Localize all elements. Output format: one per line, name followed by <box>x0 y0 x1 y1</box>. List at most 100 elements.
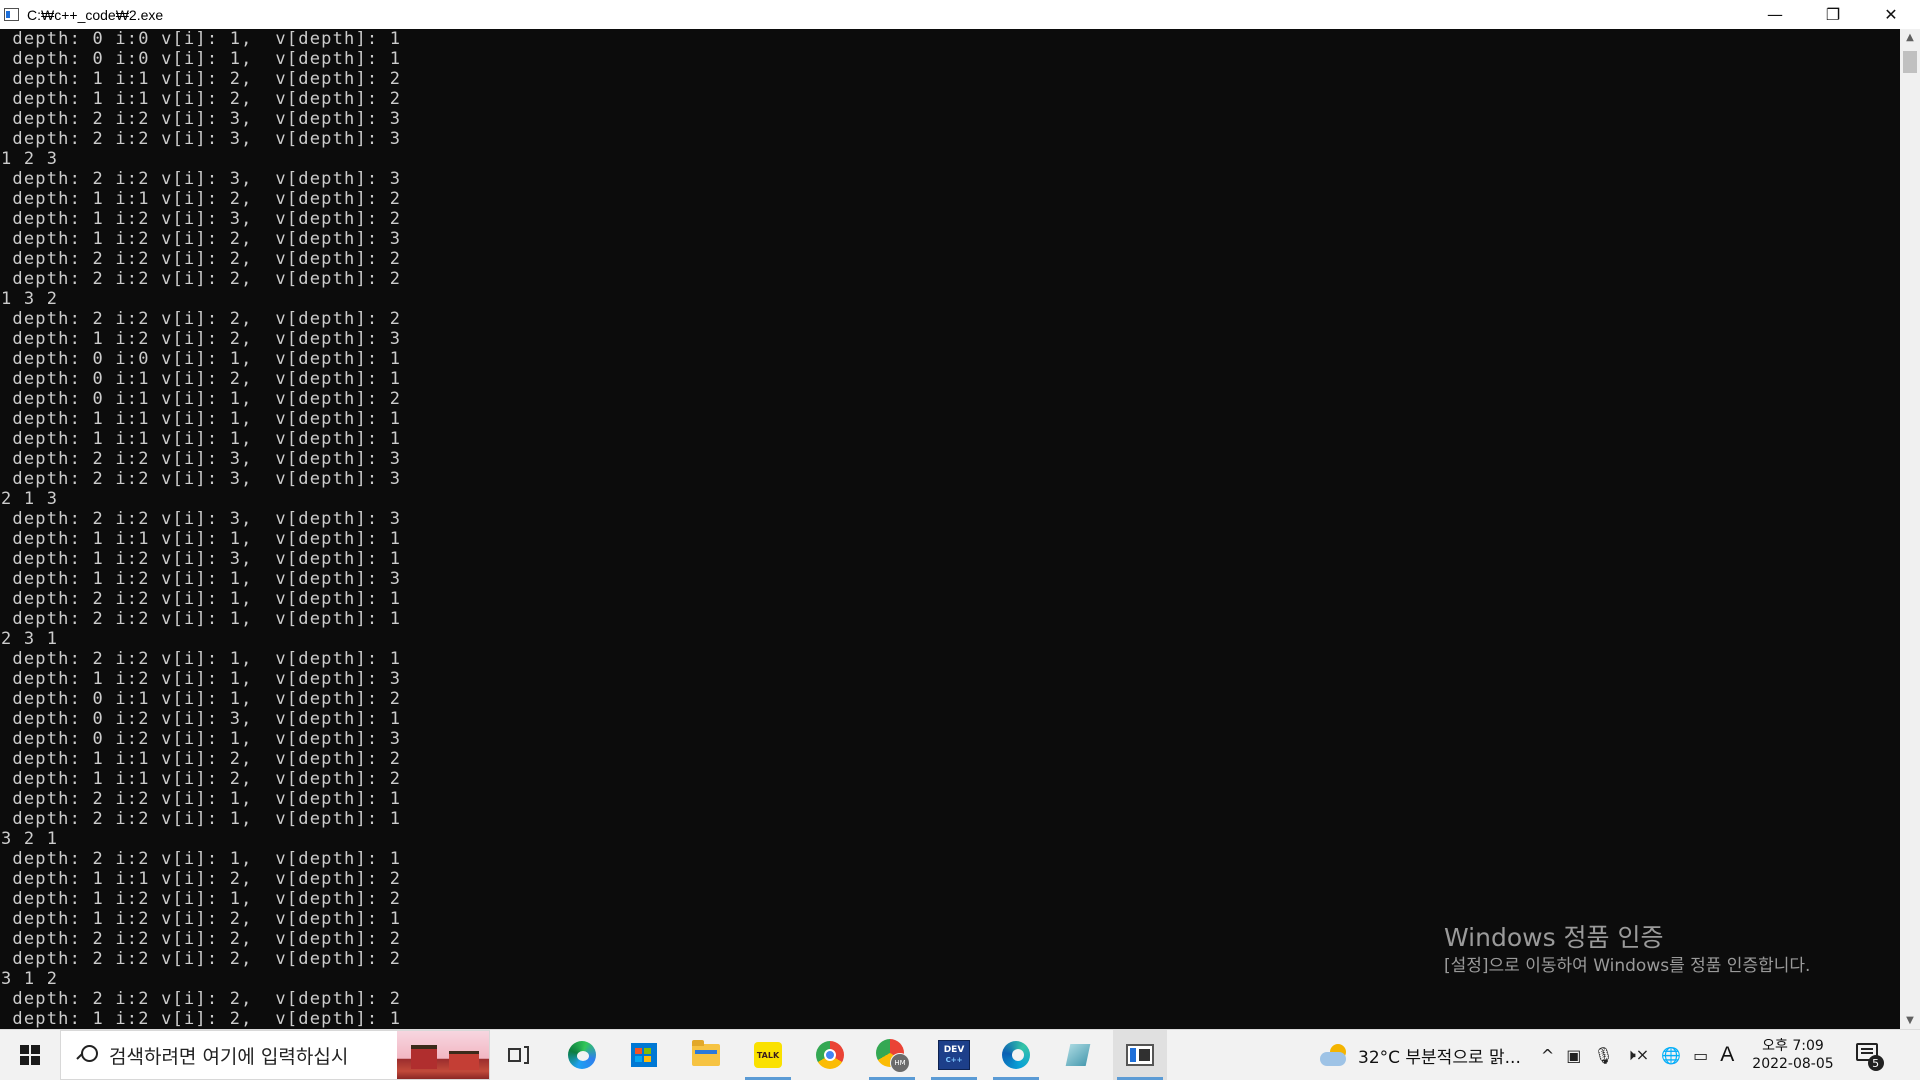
chrome-profile-badge: HM <box>890 1053 910 1073</box>
console-line: depth: 1 i:2 v[i]: 3, v[depth]: 1 <box>1 549 402 569</box>
edge-icon <box>568 1041 596 1069</box>
microsoft-store-icon <box>631 1043 657 1067</box>
search-highlight-illustration-icon[interactable] <box>397 1031 489 1079</box>
speaker-muted-icon[interactable]: 🕨× <box>1626 1045 1650 1065</box>
taskbar-clock[interactable]: 오후 7:09 2022-08-05 <box>1752 1037 1833 1073</box>
taskbar-file-explorer[interactable] <box>679 1030 733 1080</box>
restore-button[interactable]: ❐ <box>1804 0 1862 29</box>
console-line: depth: 1 i:1 v[i]: 1, v[depth]: 1 <box>1 529 402 549</box>
console-line: depth: 1 i:2 v[i]: 1, v[depth]: 2 <box>1 889 402 909</box>
console-line: depth: 2 i:2 v[i]: 3, v[depth]: 3 <box>1 449 402 469</box>
console-line: depth: 1 i:2 v[i]: 1, v[depth]: 3 <box>1 569 402 589</box>
window-titlebar[interactable]: C:₩c++_code₩2.exe — ❐ ✕ <box>0 0 1920 30</box>
taskbar-devcpp[interactable]: DEV C++ <box>927 1030 981 1080</box>
console-line: depth: 2 i:2 v[i]: 3, v[depth]: 3 <box>1 109 402 129</box>
console-line: depth: 1 i:1 v[i]: 2, v[depth]: 2 <box>1 89 402 109</box>
taskbar: 검색하려면 여기에 입력하십시 TALK HM DEV C++ 32°C 부분적… <box>0 1029 1920 1080</box>
network-globe-icon[interactable]: 🌐 <box>1661 1046 1681 1065</box>
taskbar-edge-dev[interactable] <box>989 1030 1043 1080</box>
kakaotalk-icon: TALK <box>754 1042 782 1068</box>
console-line: depth: 1 i:2 v[i]: 1, v[depth]: 3 <box>1 669 402 689</box>
console-line: depth: 1 i:1 v[i]: 2, v[depth]: 2 <box>1 749 402 769</box>
console-line: depth: 1 i:2 v[i]: 2, v[depth]: 3 <box>1 329 402 349</box>
scroll-up-arrow-icon[interactable]: ▲ <box>1900 29 1920 46</box>
console-line: depth: 2 i:2 v[i]: 1, v[depth]: 1 <box>1 589 402 609</box>
edge-dev-icon <box>1002 1041 1030 1069</box>
console-text: depth: 0 i:0 v[i]: 1, v[depth]: 1 depth:… <box>0 29 1900 1029</box>
console-line: 2 1 3 <box>1 489 59 509</box>
console-line: 3 2 1 <box>1 829 59 849</box>
microphone-icon[interactable]: 🎙 <box>1593 1046 1613 1065</box>
console-line: depth: 0 i:1 v[i]: 1, v[depth]: 2 <box>1 689 402 709</box>
notification-count-badge: 5 <box>1867 1055 1884 1071</box>
close-button[interactable]: ✕ <box>1862 0 1920 29</box>
console-line: depth: 1 i:1 v[i]: 2, v[depth]: 2 <box>1 69 402 89</box>
file-explorer-icon <box>692 1040 720 1066</box>
console-line: depth: 1 i:2 v[i]: 2, v[depth]: 1 <box>1 1009 402 1029</box>
weather-text[interactable]: 32°C 부분적으로 맑... <box>1358 1043 1521 1068</box>
console-line: depth: 2 i:2 v[i]: 2, v[depth]: 2 <box>1 309 402 329</box>
battery-icon[interactable]: ▭ <box>1693 1046 1708 1065</box>
scroll-down-arrow-icon[interactable]: ▼ <box>1900 1012 1920 1029</box>
console-app-icon[interactable] <box>4 8 19 21</box>
console-line: depth: 0 i:0 v[i]: 1, v[depth]: 1 <box>1 349 402 369</box>
console-line: depth: 0 i:2 v[i]: 1, v[depth]: 3 <box>1 729 402 749</box>
console-line: depth: 2 i:2 v[i]: 2, v[depth]: 2 <box>1 989 402 1009</box>
task-view-icon <box>508 1046 530 1064</box>
chrome-profile-icon: HM <box>876 1039 910 1073</box>
vertical-scrollbar[interactable]: ▲ ▼ <box>1900 29 1920 1029</box>
pen-app-icon <box>1064 1042 1092 1068</box>
task-view-button[interactable] <box>492 1030 546 1080</box>
search-placeholder: 검색하려면 여기에 입력하십시 <box>109 1045 349 1068</box>
console-line: depth: 2 i:2 v[i]: 1, v[depth]: 1 <box>1 809 402 829</box>
taskbar-chrome-profile[interactable]: HM <box>865 1030 919 1080</box>
start-button[interactable] <box>0 1030 60 1080</box>
taskbar-pen-app[interactable] <box>1051 1030 1105 1080</box>
weather-partly-sunny-icon[interactable] <box>1320 1042 1350 1068</box>
taskbar-edge[interactable] <box>555 1030 609 1080</box>
console-line: depth: 0 i:1 v[i]: 2, v[depth]: 1 <box>1 369 402 389</box>
camera-icon[interactable]: ▣ <box>1566 1046 1581 1065</box>
scroll-thumb[interactable] <box>1903 51 1917 73</box>
taskbar-kakaotalk[interactable]: TALK <box>741 1030 795 1080</box>
notification-center-button[interactable]: 5 <box>1855 1043 1884 1071</box>
taskbar-search-box[interactable]: 검색하려면 여기에 입력하십시 <box>60 1030 490 1080</box>
minimize-button[interactable]: — <box>1746 0 1804 29</box>
taskbar-console-window[interactable] <box>1113 1030 1167 1080</box>
chrome-icon <box>816 1041 844 1069</box>
activation-watermark: Windows 정품 인증 [설정]으로 이동하여 Windows를 정품 인증… <box>1444 922 1810 978</box>
console-line: depth: 2 i:2 v[i]: 3, v[depth]: 3 <box>1 169 402 189</box>
console-line: depth: 1 i:1 v[i]: 2, v[depth]: 2 <box>1 869 402 889</box>
show-hidden-icons-chevron-icon[interactable]: ^ <box>1541 1046 1554 1065</box>
console-line: depth: 2 i:2 v[i]: 1, v[depth]: 1 <box>1 609 402 629</box>
input-method-indicator[interactable]: A <box>1720 1043 1734 1067</box>
console-line: depth: 0 i:0 v[i]: 1, v[depth]: 1 <box>1 49 402 69</box>
console-line: depth: 2 i:2 v[i]: 1, v[depth]: 1 <box>1 849 402 869</box>
clock-date: 2022-08-05 <box>1752 1056 1834 1072</box>
console-line: depth: 2 i:2 v[i]: 1, v[depth]: 1 <box>1 789 402 809</box>
taskbar-chrome[interactable] <box>803 1030 857 1080</box>
devcpp-icon: DEV C++ <box>938 1040 970 1070</box>
console-output-area[interactable]: depth: 0 i:0 v[i]: 1, v[depth]: 1 depth:… <box>0 29 1900 1029</box>
window-controls: — ❐ ✕ <box>1746 0 1920 29</box>
windows-logo-icon <box>20 1045 40 1065</box>
clock-time: 오후 7:09 <box>1762 1038 1824 1054</box>
console-line: 1 2 3 <box>1 149 59 169</box>
console-line: depth: 1 i:2 v[i]: 3, v[depth]: 2 <box>1 209 402 229</box>
console-line: depth: 1 i:1 v[i]: 2, v[depth]: 2 <box>1 769 402 789</box>
watermark-title: Windows 정품 인증 <box>1444 923 1664 952</box>
devcpp-sub-label: C++ <box>945 1056 963 1064</box>
taskbar-store[interactable] <box>617 1030 671 1080</box>
console-line: depth: 1 i:2 v[i]: 2, v[depth]: 3 <box>1 229 402 249</box>
console-line: depth: 2 i:2 v[i]: 3, v[depth]: 3 <box>1 129 402 149</box>
console-line: depth: 1 i:1 v[i]: 1, v[depth]: 1 <box>1 409 402 429</box>
console-line: 1 3 2 <box>1 289 59 309</box>
console-line: depth: 0 i:1 v[i]: 1, v[depth]: 2 <box>1 389 402 409</box>
watermark-subtitle: [설정]으로 이동하여 Windows를 정품 인증합니다. <box>1444 956 1811 976</box>
console-line: depth: 2 i:2 v[i]: 3, v[depth]: 3 <box>1 509 402 529</box>
console-line: depth: 1 i:1 v[i]: 2, v[depth]: 2 <box>1 189 402 209</box>
search-icon <box>75 1043 99 1067</box>
window-title: C:₩c++_code₩2.exe <box>27 6 164 23</box>
console-line: depth: 1 i:1 v[i]: 1, v[depth]: 1 <box>1 429 402 449</box>
console-line: depth: 0 i:0 v[i]: 1, v[depth]: 1 <box>1 29 402 49</box>
